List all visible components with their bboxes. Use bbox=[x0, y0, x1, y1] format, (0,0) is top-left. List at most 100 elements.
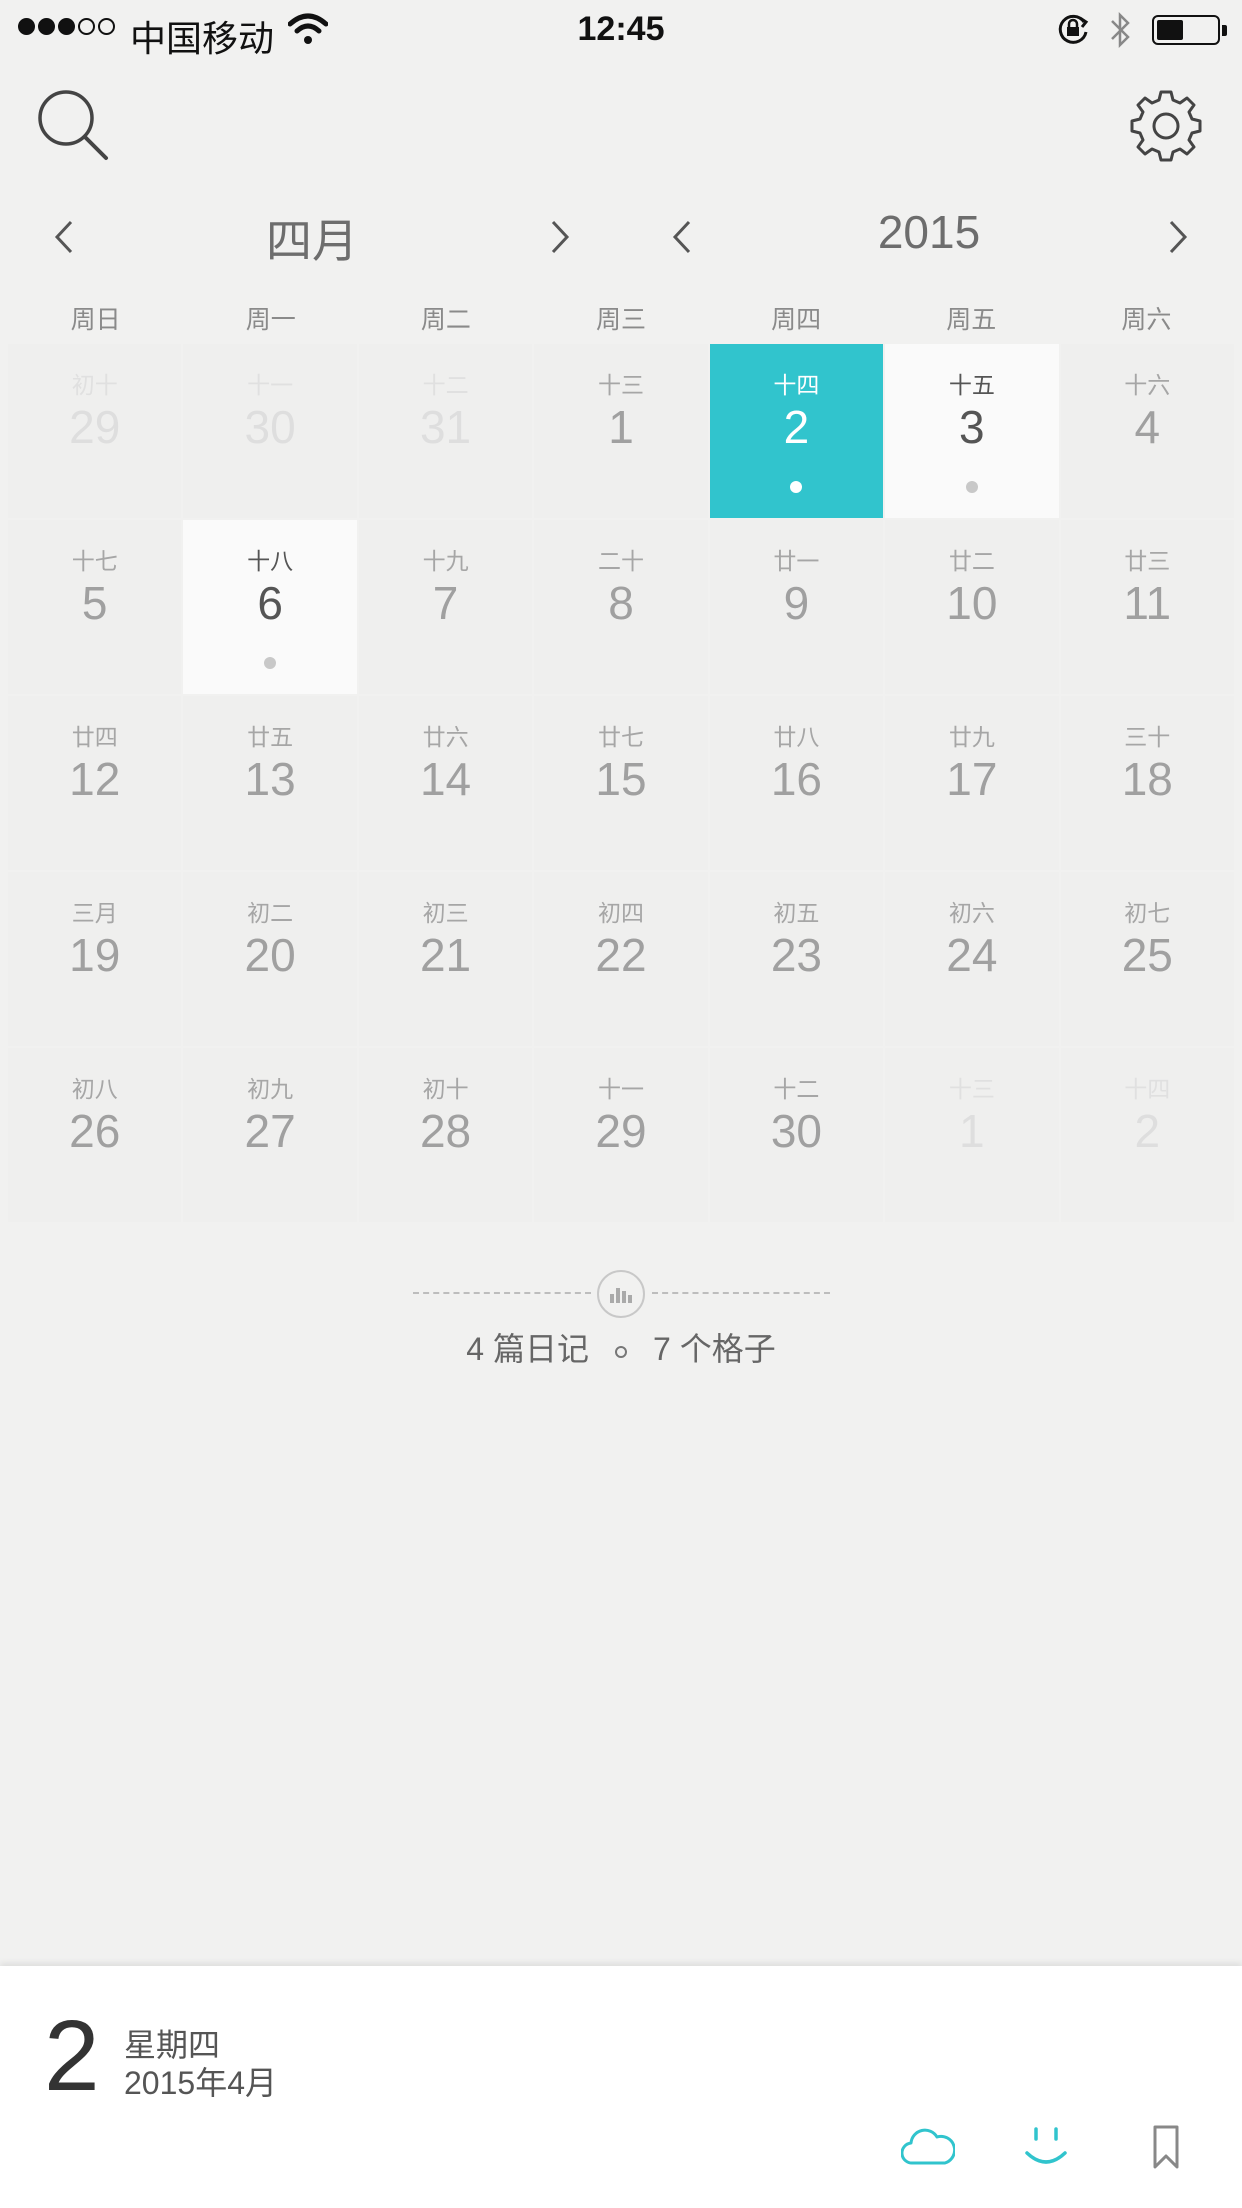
calendar-day-cell[interactable]: 廿三 11 bbox=[1060, 520, 1234, 694]
weekday-label: 周二 bbox=[420, 306, 471, 334]
day-number: 30 bbox=[770, 1105, 822, 1157]
search-icon[interactable] bbox=[36, 88, 112, 164]
calendar-day-cell[interactable]: 廿五 13 bbox=[183, 696, 357, 870]
calendar-day-cell[interactable]: 初二 20 bbox=[183, 872, 357, 1046]
prev-year-button[interactable] bbox=[662, 212, 702, 262]
calendar-day-cell[interactable]: 初八 26 bbox=[8, 1048, 182, 1222]
calendar-day-cell[interactable]: 十一 30 bbox=[183, 344, 357, 518]
calendar-day-cell[interactable]: 十三 1 bbox=[534, 344, 708, 518]
calendar-day-cell[interactable]: 十九 7 bbox=[358, 520, 533, 694]
lunar-date: 十二 bbox=[422, 372, 469, 398]
calendar-day-cell[interactable]: 二十 8 bbox=[534, 520, 708, 694]
calendar-day-cell[interactable]: 十四 2 bbox=[1060, 1048, 1234, 1222]
calendar-day-cell[interactable]: 十八 6 bbox=[183, 520, 357, 694]
weekday-label: 周四 bbox=[771, 306, 822, 334]
lunar-date: 初九 bbox=[247, 1076, 294, 1102]
day-number: 30 bbox=[244, 401, 296, 453]
day-number: 2 bbox=[1134, 1105, 1161, 1157]
calendar-day-cell[interactable]: 十二 31 bbox=[358, 344, 533, 518]
weekday-header: 周日 周一 周二 周三 周四 周五 周六 bbox=[8, 300, 1234, 336]
calendar-day-cell[interactable]: 十四 2 bbox=[709, 344, 884, 518]
summary-divider-right bbox=[652, 1292, 830, 1294]
calendar-day-cell[interactable]: 初十 29 bbox=[8, 344, 182, 518]
lunar-date: 廿三 bbox=[1124, 548, 1171, 574]
day-number: 28 bbox=[419, 1105, 472, 1157]
calendar-day-cell[interactable]: 十二 30 bbox=[709, 1048, 884, 1222]
calendar-day-cell[interactable]: 廿七 15 bbox=[534, 696, 708, 870]
calendar-day-cell[interactable]: 初六 24 bbox=[885, 872, 1059, 1046]
next-month-button[interactable] bbox=[540, 212, 580, 262]
calendar-day-cell[interactable]: 廿二 10 bbox=[885, 520, 1059, 694]
lunar-date: 初八 bbox=[71, 1076, 118, 1102]
lunar-date: 十一 bbox=[597, 1076, 644, 1102]
calendar-day-cell[interactable]: 三月 19 bbox=[8, 872, 182, 1046]
selected-day-panel[interactable]: 2 星期四 2015年4月 bbox=[0, 1966, 1242, 2208]
day-number: 5 bbox=[81, 577, 108, 629]
entries-count: 4 篇日记 bbox=[466, 1331, 589, 1367]
next-year-button[interactable] bbox=[1158, 212, 1198, 262]
cells-count: 7 个格子 bbox=[653, 1331, 776, 1367]
day-number: 29 bbox=[595, 1105, 647, 1157]
calendar-day-cell[interactable]: 十七 5 bbox=[8, 520, 182, 694]
lunar-date: 十四 bbox=[1124, 1076, 1171, 1102]
selected-day-number: 2 bbox=[44, 2000, 100, 2112]
year-label: 2015 bbox=[877, 206, 981, 258]
lunar-date: 初五 bbox=[773, 900, 820, 926]
calendar-day-cell[interactable]: 初四 22 bbox=[534, 872, 708, 1046]
calendar-day-cell[interactable]: 三十 18 bbox=[1060, 696, 1234, 870]
lunar-date: 十四 bbox=[773, 372, 820, 398]
day-number: 7 bbox=[432, 577, 459, 629]
calendar-day-cell[interactable]: 廿八 16 bbox=[709, 696, 884, 870]
lunar-date: 三月 bbox=[71, 900, 118, 926]
day-number: 8 bbox=[608, 577, 634, 629]
day-number: 21 bbox=[419, 929, 472, 981]
day-number: 19 bbox=[69, 929, 121, 981]
lunar-date: 廿九 bbox=[948, 724, 995, 750]
separator-dot bbox=[615, 1345, 627, 1358]
calendar-day-cell[interactable]: 十一 29 bbox=[534, 1048, 708, 1222]
day-number: 18 bbox=[1121, 753, 1173, 805]
entry-indicator-dot bbox=[965, 481, 978, 493]
calendar-day-cell[interactable]: 十六 4 bbox=[1060, 344, 1234, 518]
day-number: 31 bbox=[419, 401, 472, 453]
calendar-day-cell[interactable]: 初七 25 bbox=[1060, 872, 1234, 1046]
gear-icon[interactable] bbox=[1128, 88, 1204, 164]
stats-icon[interactable] bbox=[597, 1270, 645, 1318]
prev-month-button[interactable] bbox=[44, 212, 84, 262]
calendar-day-cell[interactable]: 初十 28 bbox=[358, 1048, 533, 1222]
lunar-date: 十八 bbox=[247, 548, 294, 574]
calendar-day-cell[interactable]: 廿一 9 bbox=[709, 520, 884, 694]
day-number: 4 bbox=[1134, 401, 1161, 453]
calendar-day-cell[interactable]: 十三 1 bbox=[885, 1048, 1059, 1222]
calendar-day-cell[interactable]: 初九 27 bbox=[183, 1048, 357, 1222]
lunar-date: 初十 bbox=[422, 1076, 469, 1102]
lunar-date: 十六 bbox=[1124, 372, 1171, 398]
day-number: 22 bbox=[595, 929, 647, 981]
calendar-day-cell[interactable]: 初五 23 bbox=[709, 872, 884, 1046]
day-number: 6 bbox=[257, 577, 283, 629]
calendar-day-cell[interactable]: 廿四 12 bbox=[8, 696, 182, 870]
calendar-day-cell[interactable]: 十五 3 bbox=[885, 344, 1059, 518]
day-number: 1 bbox=[608, 401, 634, 453]
bookmark-icon[interactable] bbox=[1136, 2120, 1196, 2174]
calendar-day-cell[interactable]: 廿六 14 bbox=[358, 696, 533, 870]
weekday-label: 周五 bbox=[946, 306, 997, 334]
lunar-date: 十三 bbox=[597, 372, 644, 398]
day-number: 27 bbox=[244, 1105, 296, 1157]
calendar-day-cell[interactable]: 初三 21 bbox=[358, 872, 533, 1046]
day-number: 29 bbox=[69, 401, 121, 453]
day-number: 9 bbox=[783, 577, 810, 629]
lunar-date: 三十 bbox=[1124, 724, 1171, 750]
day-number: 24 bbox=[946, 929, 998, 981]
smile-icon[interactable] bbox=[1016, 2120, 1076, 2174]
day-number: 3 bbox=[959, 401, 985, 453]
day-number: 14 bbox=[419, 753, 472, 805]
day-number: 17 bbox=[946, 753, 998, 805]
day-number: 12 bbox=[69, 753, 121, 805]
calendar-day-cell[interactable]: 廿九 17 bbox=[885, 696, 1059, 870]
day-number: 11 bbox=[1123, 577, 1172, 629]
day-number: 10 bbox=[946, 577, 998, 629]
cloud-icon[interactable] bbox=[898, 2120, 958, 2174]
summary-divider-left bbox=[413, 1292, 591, 1294]
lunar-date: 十二 bbox=[773, 1076, 820, 1102]
